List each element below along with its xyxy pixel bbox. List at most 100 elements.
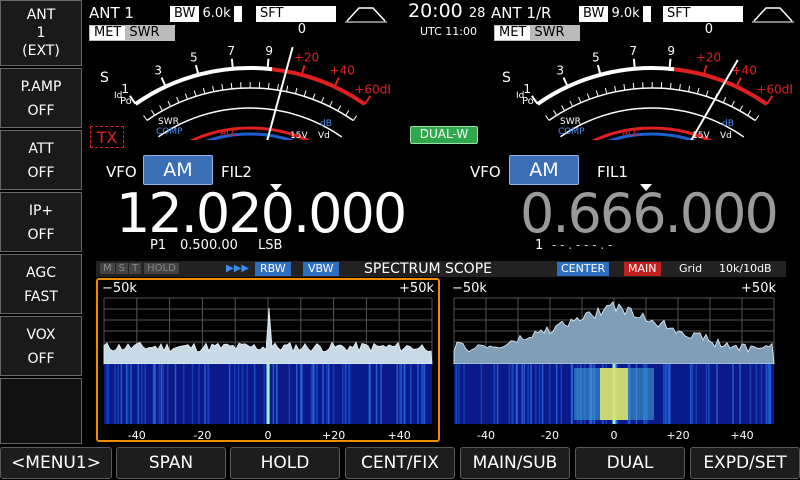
waterfall-streak (455, 364, 458, 424)
main-filter-label[interactable]: FIL2 (221, 163, 252, 181)
waterfall-streak (760, 364, 763, 424)
hold-button[interactable]: HOLD (230, 447, 340, 479)
scope-vbw-button[interactable]: VBW (303, 262, 339, 276)
s-tick (160, 77, 167, 88)
waterfall-streak (207, 364, 209, 424)
waterfall-streak (665, 364, 667, 424)
dual-button[interactable]: DUAL (575, 447, 685, 479)
po-tick (230, 82, 233, 89)
po-tick (337, 105, 342, 112)
att-button[interactable]: ATT OFF (0, 130, 82, 190)
clock-day: 28 (468, 6, 486, 21)
waterfall-streak (523, 364, 526, 424)
po-tick (303, 90, 307, 97)
waterfall-streak (369, 364, 371, 424)
sub-antenna[interactable]: ANT 1/R (491, 4, 551, 22)
ip-plus-label: IP+ (28, 203, 54, 219)
waterfall-streak (158, 364, 161, 424)
clock-utc: UTC 11:00 (420, 25, 478, 38)
vox-button[interactable]: VOX OFF (0, 316, 82, 376)
waterfall-streak (263, 364, 265, 424)
pamp-button[interactable]: P.AMP OFF (0, 68, 82, 128)
po-tick (595, 90, 599, 97)
ant-button[interactable]: ANT 1 (EXT) (0, 0, 82, 66)
sub-filter-label[interactable]: FIL1 (597, 163, 628, 181)
waterfall-streak (403, 364, 405, 424)
scope-flags: M S T HOLD (100, 263, 179, 275)
main-sub-button[interactable]: MAIN/SUB (460, 447, 570, 479)
main-scope[interactable]: −50k +50k-40 -20 0 +20 +40 (96, 278, 440, 442)
waterfall-streak (332, 364, 335, 424)
scope-rbw-button[interactable]: RBW (255, 262, 291, 276)
scope-center-mode[interactable]: CENTER (557, 262, 610, 276)
sub-frequency[interactable]: 0.666.000 (520, 186, 779, 242)
s-tick-label: +60dB (756, 82, 792, 96)
waterfall-streak (326, 364, 328, 424)
waterfall-streak (398, 364, 401, 424)
waterfall-streak (560, 364, 563, 424)
menu1-button[interactable]: <MENU1> (0, 447, 112, 479)
sub-scope[interactable]: −50k +50k -40 -20 0 +20 +40 (446, 278, 782, 442)
sub-sft-tag[interactable]: SFT 0 (663, 6, 743, 38)
waterfall-streak (296, 364, 298, 424)
scope-left-edge: −50k (102, 281, 137, 296)
po-tick (276, 84, 279, 91)
s-tick (266, 58, 270, 69)
agc-button[interactable]: AGC FAST (0, 254, 82, 314)
meter-label: ALC (220, 129, 237, 139)
po-tick (345, 110, 350, 116)
po-tick (669, 82, 672, 89)
po-tick (747, 110, 752, 116)
waterfall-streak (106, 364, 108, 424)
waterfall-streak (162, 364, 164, 424)
meter-label: COMP (558, 127, 585, 137)
meter-label: 15V (290, 131, 308, 140)
main-frequency[interactable]: 12.020.000 (116, 186, 407, 242)
sub-mode-button[interactable]: AM (509, 155, 579, 185)
waterfall-streak (571, 364, 574, 424)
meter-label: COMP (156, 127, 183, 137)
waterfall-streak (327, 364, 330, 424)
dual-watch-label: DUAL-W (419, 127, 469, 141)
meter-label: S (502, 70, 511, 86)
cent-fix-button[interactable]: CENT/FIX (345, 447, 455, 479)
waterfall-streak (276, 364, 278, 424)
main-antenna[interactable]: ANT 1 (89, 4, 134, 22)
waterfall-streak (120, 364, 123, 424)
waterfall-streak (144, 364, 146, 424)
vox-value: OFF (27, 351, 55, 367)
waterfall-streak (422, 364, 425, 424)
s-tick (632, 58, 636, 69)
sub-bw-tag[interactable]: BW 9.0k (579, 6, 651, 22)
main-sft-tag[interactable]: SFT 0 (256, 6, 336, 38)
span-button[interactable]: SPAN (116, 447, 226, 479)
waterfall-streak (755, 364, 758, 424)
po-tick (329, 100, 333, 107)
sub-memory-channel: 1 (535, 238, 544, 253)
waterfall-streak (690, 364, 692, 424)
main-offset: 0.500.00 (180, 238, 238, 253)
waterfall-streak (555, 364, 558, 424)
waterfall-streak (127, 364, 129, 424)
po-tick (739, 105, 744, 112)
main-mode-button[interactable]: AM (143, 155, 213, 185)
waterfall-streak (342, 364, 344, 424)
po-tick (176, 96, 180, 103)
waterfall-streak (288, 364, 291, 424)
signal-core (600, 368, 628, 420)
clock-time: 20:00 (408, 0, 463, 22)
expd-set-button[interactable]: EXPD/SET (690, 447, 800, 479)
ip-plus-button[interactable]: IP+ OFF (0, 192, 82, 252)
meter-label: S (100, 70, 109, 86)
main-vfo-label: VFO (106, 163, 137, 181)
carrier-line (266, 364, 270, 424)
po-tick (604, 87, 608, 94)
scope-axis-label: -20 (541, 429, 559, 442)
scope-speed-icon: ▶▶▶ (226, 263, 250, 274)
scope-axis-label: +40 (730, 429, 753, 442)
s-tick (562, 77, 569, 88)
scope-flag-t: T (129, 263, 142, 274)
po-tick (285, 85, 289, 92)
sub-meter: 13579+20+40+60dBSPoIdSWRCOMPALCdB15VVd (502, 44, 792, 140)
main-bw-tag[interactable]: BW 6.0k (170, 6, 242, 22)
